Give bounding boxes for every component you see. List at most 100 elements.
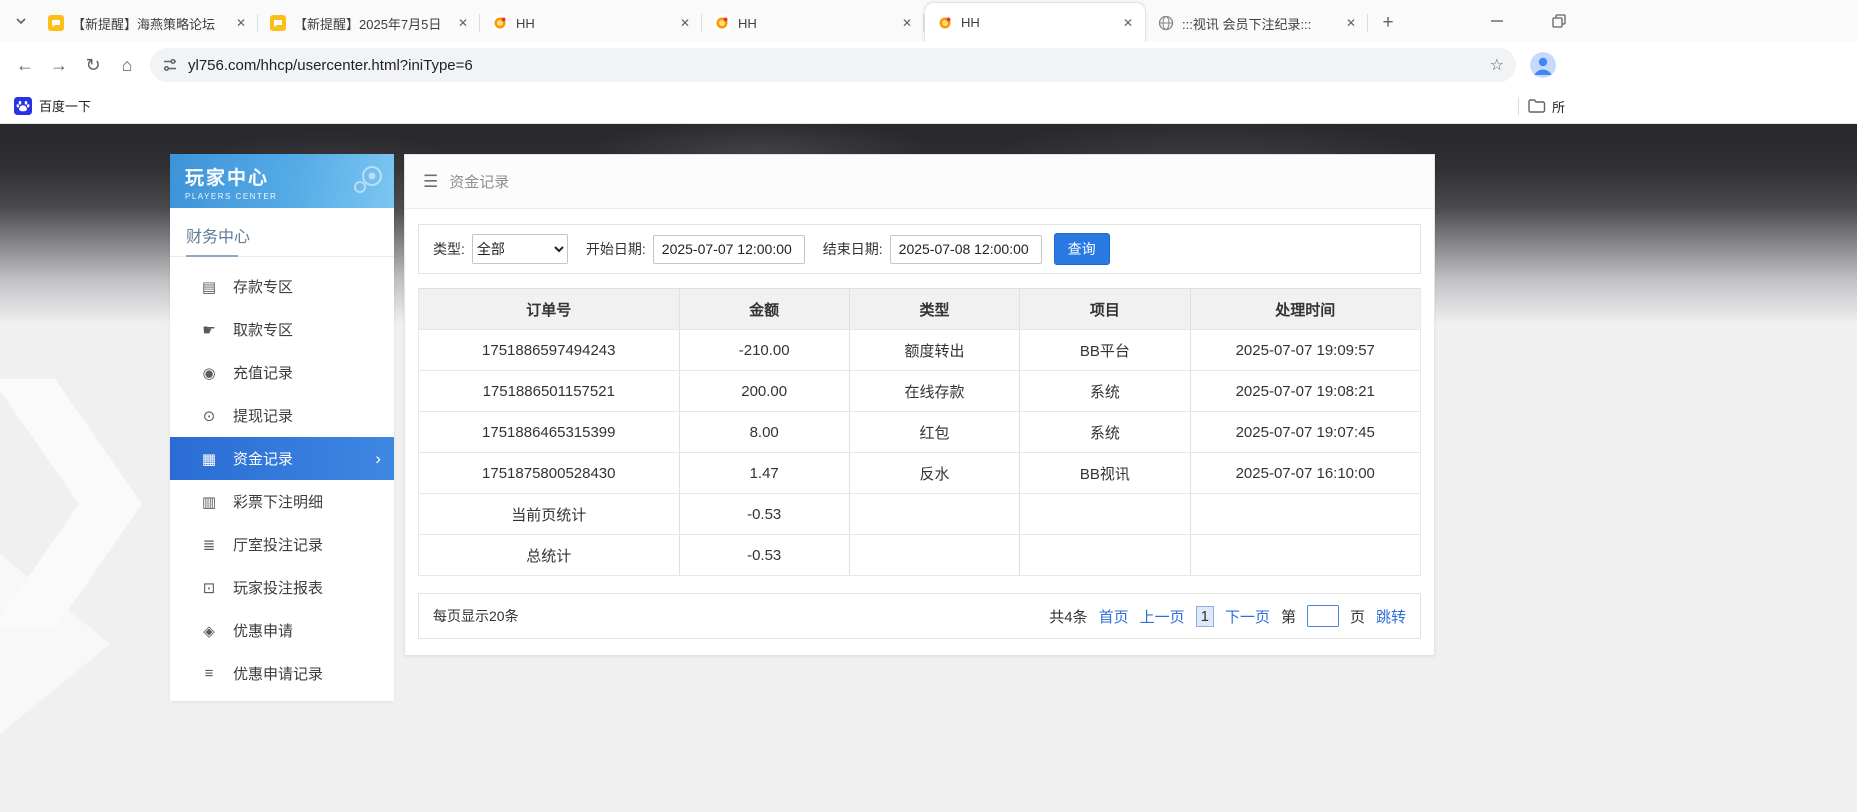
cell-project: BB平台: [1020, 330, 1190, 371]
sidebar-item-lottery-bet-detail[interactable]: ▥ 彩票下注明细: [170, 480, 394, 523]
close-icon[interactable]: ✕: [232, 14, 250, 32]
baidu-icon: [14, 97, 32, 115]
profile-avatar[interactable]: [1530, 52, 1556, 78]
table-row: 1751886465315399 8.00 红包 系统 2025-07-07 1…: [419, 412, 1421, 453]
first-page-link[interactable]: 首页: [1099, 606, 1129, 627]
jump-suffix-label: 页: [1350, 606, 1365, 627]
cell-amount: 8.00: [679, 412, 849, 453]
recharge-icon: ◉: [200, 364, 218, 382]
sidebar-item-recharge-records[interactable]: ◉ 充值记录: [170, 351, 394, 394]
cell-type: 在线存款: [849, 371, 1019, 412]
bookmark-baidu[interactable]: 百度一下: [14, 96, 91, 115]
chat-bubble-icon: [270, 15, 286, 31]
query-button[interactable]: 查询: [1054, 233, 1110, 265]
close-icon[interactable]: ✕: [1342, 14, 1360, 32]
sidebar-item-label: 取款专区: [233, 319, 293, 340]
address-bar[interactable]: yl756.com/hhcp/usercenter.html?iniType=6…: [150, 48, 1516, 82]
url-text[interactable]: yl756.com/hhcp/usercenter.html?iniType=6: [188, 57, 1480, 74]
current-page-button[interactable]: 1: [1196, 606, 1214, 627]
sidebar-item-deposit[interactable]: ▤ 存款专区: [170, 265, 394, 308]
home-button[interactable]: ⌂: [110, 48, 144, 82]
cell-amount: -0.53: [679, 535, 849, 576]
new-tab-button[interactable]: +: [1374, 9, 1402, 37]
forward-button[interactable]: →: [42, 48, 76, 82]
tab-hh-active[interactable]: HH ✕: [924, 2, 1146, 42]
cell-project: BB视讯: [1020, 453, 1190, 494]
hh-site-icon: [714, 15, 730, 31]
table-row: 1751886501157521 200.00 在线存款 系统 2025-07-…: [419, 371, 1421, 412]
table-summary-row-page: 当前页统计 -0.53: [419, 494, 1421, 535]
sidebar-item-promo-apply[interactable]: ◈ 优惠申请: [170, 609, 394, 652]
tab-title: :::视讯 会员下注纪录:::: [1182, 14, 1334, 33]
jump-button[interactable]: 跳转: [1376, 606, 1406, 627]
cashout-icon: ⊙: [200, 407, 218, 425]
tab-title: 【新提醒】海燕策略论坛: [72, 14, 224, 33]
next-page-link[interactable]: 下一页: [1225, 606, 1270, 627]
prev-page-link[interactable]: 上一页: [1140, 606, 1185, 627]
lottery-detail-icon: ▥: [200, 493, 218, 511]
cell-type: 额度转出: [849, 330, 1019, 371]
sidebar-item-withdraw[interactable]: ☛ 取款专区: [170, 308, 394, 351]
reload-button[interactable]: ↻: [76, 48, 110, 82]
type-select[interactable]: 全部: [472, 234, 568, 264]
col-project: 项目: [1020, 289, 1190, 330]
jump-prefix-label: 第: [1281, 606, 1296, 627]
sidebar-item-hall-bet-records[interactable]: ≣ 厅室投注记录: [170, 523, 394, 566]
fund-records-panel: ☰ 资金记录 类型: 全部 开始日期: 结束日期: 查询 订单号 金额 类型 项…: [404, 154, 1435, 656]
col-amount: 金额: [679, 289, 849, 330]
chat-bubble-icon: [48, 15, 64, 31]
bookmarks-bar: 百度一下 所: [0, 88, 1857, 124]
end-date-label: 结束日期:: [823, 239, 883, 259]
minimize-icon: [1490, 14, 1504, 28]
tab-hh-1[interactable]: HH ✕: [480, 4, 702, 42]
tab-title: HH: [738, 16, 890, 31]
tab-video-records[interactable]: :::视讯 会员下注纪录::: ✕: [1146, 4, 1368, 42]
globe-icon: [1158, 15, 1174, 31]
fund-records-table: 订单号 金额 类型 项目 处理时间 1751886597494243 -210.…: [418, 288, 1421, 576]
cell-project: [1020, 494, 1190, 535]
player-center-sidebar: 玩家中心 PLAYERS CENTER 财务中心 ▤ 存款专区 ☛ 取款专区 ◉…: [170, 154, 394, 701]
sidebar-header: 玩家中心 PLAYERS CENTER: [170, 154, 394, 208]
close-icon[interactable]: ✕: [898, 14, 916, 32]
sidebar-item-player-bet-report[interactable]: ⊡ 玩家投注报表: [170, 566, 394, 609]
tab-search-button[interactable]: [6, 0, 36, 42]
cell-order-no: 1751886465315399: [419, 412, 680, 453]
page-size-text: 每页显示20条: [433, 606, 519, 626]
col-type: 类型: [849, 289, 1019, 330]
jump-page-input[interactable]: [1307, 605, 1339, 627]
all-bookmarks-button[interactable]: 所: [1528, 97, 1565, 116]
restore-button[interactable]: [1544, 6, 1574, 36]
sidebar-item-label: 存款专区: [233, 276, 293, 297]
filter-bar: 类型: 全部 开始日期: 结束日期: 查询: [418, 224, 1421, 274]
sidebar-item-label: 厅室投注记录: [233, 534, 323, 555]
cell-time: [1190, 494, 1421, 535]
sidebar-item-label: 优惠申请记录: [233, 663, 323, 684]
cell-order-no: 1751875800528430: [419, 453, 680, 494]
restore-icon: [1552, 14, 1566, 28]
close-icon[interactable]: ✕: [676, 14, 694, 32]
close-icon[interactable]: ✕: [1119, 14, 1137, 32]
back-button[interactable]: ←: [8, 48, 42, 82]
tab-forum-1[interactable]: 【新提醒】海燕策略论坛 ✕: [36, 4, 258, 42]
sidebar-item-label: 优惠申请: [233, 620, 293, 641]
sidebar-item-cashout-records[interactable]: ⊙ 提现记录: [170, 394, 394, 437]
col-order-no: 订单号: [419, 289, 680, 330]
tab-forum-2[interactable]: 【新提醒】2025年7月5日 ✕: [258, 4, 480, 42]
gamepad-icon: [350, 162, 386, 203]
tab-hh-2[interactable]: HH ✕: [702, 4, 924, 42]
cell-amount: -210.00: [679, 330, 849, 371]
promo-apply-icon: ◈: [200, 622, 218, 640]
end-date-input[interactable]: [890, 235, 1042, 264]
tab-title: HH: [961, 15, 1111, 30]
start-date-input[interactable]: [653, 235, 805, 264]
site-info-icon[interactable]: [162, 57, 178, 73]
close-icon[interactable]: ✕: [454, 14, 472, 32]
sidebar-item-fund-records[interactable]: ▦ 资金记录 ›: [170, 437, 394, 480]
cell-time: [1190, 535, 1421, 576]
sidebar-section-title: 财务中心: [170, 208, 394, 257]
minimize-button[interactable]: [1482, 6, 1512, 36]
cell-time: 2025-07-07 19:09:57: [1190, 330, 1421, 371]
sidebar-item-promo-records[interactable]: ≡ 优惠申请记录: [170, 652, 394, 695]
bookmark-star-icon[interactable]: ☆: [1490, 55, 1504, 75]
promo-records-icon: ≡: [200, 665, 218, 682]
